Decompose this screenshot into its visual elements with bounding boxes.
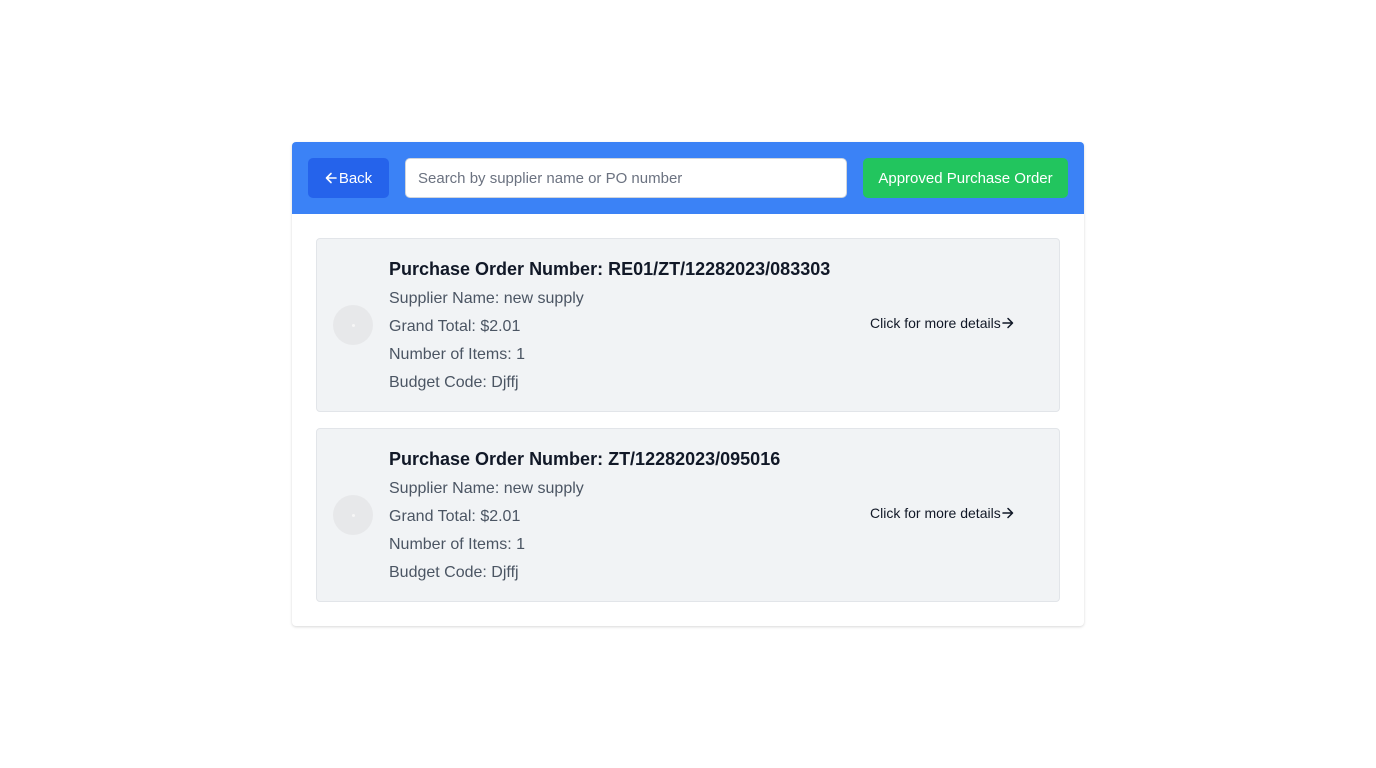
grand-total: Grand Total: $2.01	[389, 508, 521, 525]
more-details-label: Click for more details	[870, 315, 1001, 331]
budget-code: Budget Code: Djffj	[389, 374, 519, 391]
budget-code: Budget Code: Djffj	[389, 564, 519, 581]
toolbar: Back Approved Purchase Order	[292, 142, 1084, 214]
arrow-left-icon	[325, 172, 337, 184]
purchase-order-panel: Back Approved Purchase Order Purchase Or…	[292, 142, 1084, 626]
arrow-right-icon	[1001, 317, 1014, 329]
po-number: Purchase Order Number: ZT/12282023/09501…	[389, 449, 781, 469]
supplier-name: Supplier Name: new supply	[389, 290, 584, 307]
more-details-link[interactable]: Click for more details	[870, 505, 1014, 521]
more-details-label: Click for more details	[870, 505, 1001, 521]
po-number: Purchase Order Number: RE01/ZT/12282023/…	[389, 259, 831, 279]
approved-purchase-order-button[interactable]: Approved Purchase Order	[863, 158, 1068, 198]
purchase-order-card[interactable]: Purchase Order Number: ZT/12282023/09501…	[316, 428, 1060, 602]
back-button[interactable]: Back	[308, 158, 389, 198]
grand-total: Grand Total: $2.01	[389, 318, 521, 335]
purchase-order-card[interactable]: Purchase Order Number: RE01/ZT/12282023/…	[316, 238, 1060, 412]
avatar	[333, 495, 373, 535]
back-button-label: Back	[338, 169, 373, 187]
number-of-items: Number of Items: 1	[389, 536, 526, 553]
avatar	[333, 305, 373, 345]
search-input[interactable]	[405, 158, 847, 198]
arrow-right-icon	[1001, 507, 1014, 519]
supplier-name: Supplier Name: new supply	[389, 480, 584, 497]
more-details-link[interactable]: Click for more details	[870, 315, 1014, 331]
number-of-items: Number of Items: 1	[389, 346, 526, 363]
